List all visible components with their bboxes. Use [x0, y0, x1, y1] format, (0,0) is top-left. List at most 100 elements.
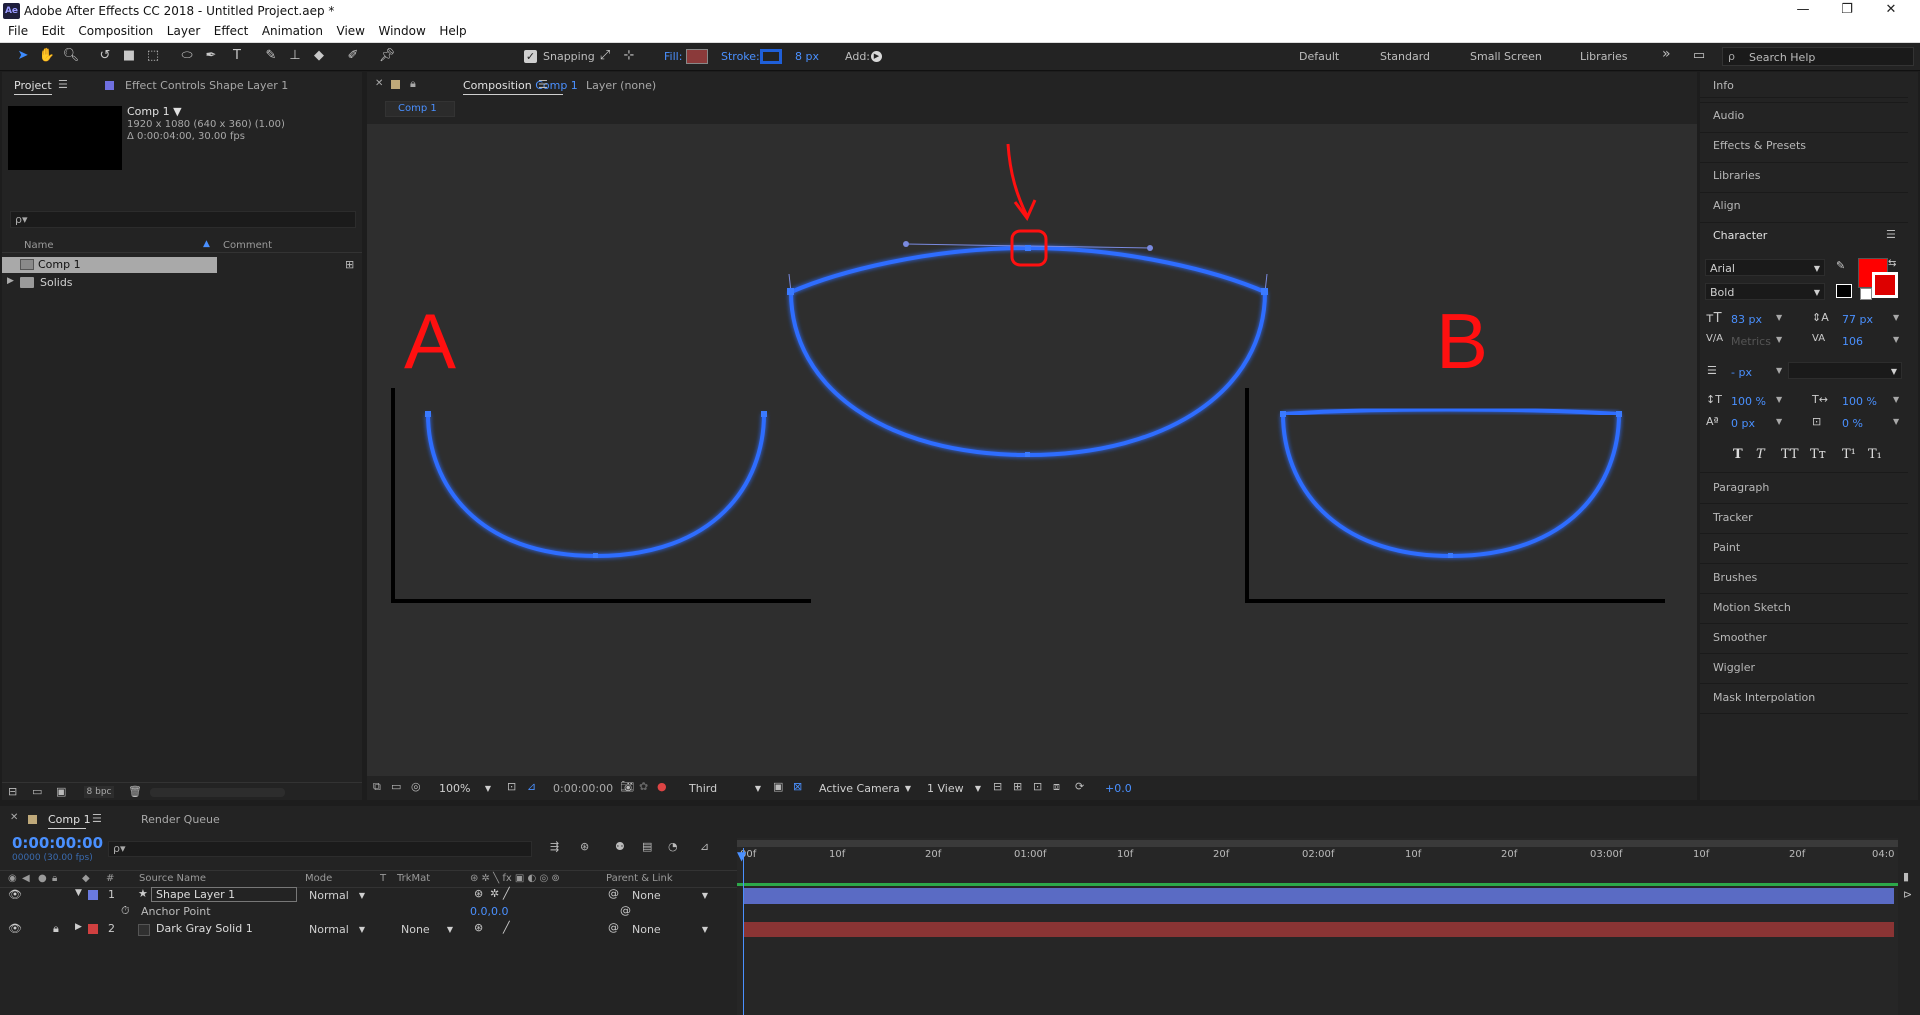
leading-value[interactable]: 77 px	[1842, 313, 1873, 326]
timeline-icon[interactable]: ⊡	[1033, 780, 1042, 793]
views-dropdown[interactable]: 1 View ▼	[923, 781, 985, 796]
baseline-shift-value[interactable]: 0 px	[1731, 417, 1755, 430]
stroke-swatch[interactable]	[760, 49, 782, 64]
timeline-search-input[interactable]: ρ▾	[108, 841, 532, 857]
font-style-dropdown[interactable]: Bold ▼	[1705, 283, 1825, 300]
vertex-handle[interactable]	[1025, 245, 1031, 251]
menu-window[interactable]: Window	[378, 22, 425, 38]
comp-button-icon[interactable]: ⊳	[1903, 888, 1912, 901]
new-comp-icon[interactable]: ▣	[56, 785, 66, 798]
parent-dropdown[interactable]: None ▼	[628, 888, 712, 903]
bpc-button[interactable]: 8 bpc	[84, 786, 114, 798]
show-snapshot-icon[interactable]: ✿	[639, 780, 648, 793]
stroke-color-swatch[interactable]	[1872, 272, 1898, 298]
no-color-icon[interactable]	[1860, 288, 1872, 300]
swap-colors-icon[interactable]: ⇆	[1888, 258, 1896, 269]
motion-blur-icon[interactable]: ◔	[668, 840, 678, 853]
flowchart-icon[interactable]: ⧈	[1053, 780, 1060, 794]
toggle-pixel-icon[interactable]: ⊟	[993, 780, 1002, 793]
expand-arrow-icon[interactable]: ▶	[7, 276, 14, 286]
chevron-down-icon[interactable]: ▼	[1893, 313, 1899, 322]
tracking-value[interactable]: 106	[1842, 335, 1863, 348]
tangent-handle[interactable]	[903, 241, 909, 247]
work-area-bar[interactable]	[737, 840, 1898, 847]
chevron-down-icon[interactable]: ▼	[1776, 366, 1782, 375]
snap-edges-icon[interactable]: ⤢	[596, 48, 614, 64]
stroke-width-field[interactable]: - px	[1731, 366, 1752, 379]
menu-file[interactable]: File	[8, 22, 28, 38]
panel-menu-icon[interactable]: ☰	[58, 78, 68, 91]
menu-edit[interactable]: Edit	[42, 22, 65, 38]
layer-row-1[interactable]: 👁︎ ▼ 1 ★ Shape Layer 1 Normal ▼ ⊛ ✲ ╱ @ N…	[0, 887, 740, 904]
chevron-down-icon[interactable]: ▼	[1893, 395, 1899, 404]
brush-tool-icon[interactable]: ✎	[262, 48, 280, 64]
faux-italic-button[interactable]: T	[1756, 447, 1765, 462]
comp-viewer[interactable]: A B	[367, 124, 1697, 776]
fast-preview-icon[interactable]: ⊞	[1013, 780, 1022, 793]
search-help-field[interactable]: ρ Search Help	[1722, 47, 1914, 66]
draft-3d-icon[interactable]: ⊛	[580, 840, 589, 853]
blend-mode-dropdown[interactable]: Normal ▼	[305, 888, 369, 903]
flowchart-icon[interactable]: ⊞	[345, 258, 354, 271]
trkmat-dropdown[interactable]: None ▼	[397, 922, 457, 937]
quality-icon[interactable]: ✲	[490, 887, 499, 900]
all-caps-button[interactable]: TT	[1781, 447, 1799, 462]
comp-breadcrumb[interactable]: Comp 1	[385, 101, 455, 117]
vertex-handle[interactable]	[1025, 452, 1030, 457]
vr-icon[interactable]: ▭	[391, 780, 401, 793]
panel-audio[interactable]: Audio	[1713, 109, 1744, 122]
pen-tool-icon[interactable]: ✒	[202, 48, 220, 64]
curve-middle-top[interactable]	[790, 245, 1266, 294]
col-comment-header[interactable]: Comment	[223, 240, 272, 251]
current-time-indicator[interactable]	[743, 848, 744, 1015]
curve-a[interactable]	[426, 413, 766, 559]
lock-header-icon[interactable]: 🔒︎	[52, 873, 57, 884]
exposure-value[interactable]: +0.0	[1105, 782, 1132, 795]
vertex-handle[interactable]	[593, 553, 598, 558]
tsume-value[interactable]: 0 %	[1842, 417, 1863, 430]
always-preview-icon[interactable]: ⧉	[373, 780, 381, 794]
type-tool-icon[interactable]: T	[228, 48, 246, 64]
close-button[interactable]: ✕	[1871, 2, 1911, 20]
video-toggle-header-icon[interactable]: ◉	[8, 873, 17, 884]
menu-view[interactable]: View	[337, 22, 365, 38]
vertical-scale-value[interactable]: 100 %	[1731, 395, 1766, 408]
thumbnail-slider[interactable]	[150, 788, 285, 797]
black-white-icon[interactable]	[1836, 284, 1852, 298]
property-value[interactable]: 0.0,0.0	[470, 905, 508, 918]
vertex-handle[interactable]	[1448, 553, 1453, 558]
menu-help[interactable]: Help	[439, 22, 466, 38]
minimize-button[interactable]: —	[1783, 2, 1823, 20]
curve-b-bowl[interactable]	[1281, 413, 1621, 559]
workspace-default[interactable]: Default	[1299, 50, 1339, 63]
curve-middle-bowl[interactable]	[789, 291, 1267, 458]
collapse-transform-icon[interactable]: ⊛	[474, 921, 483, 934]
font-family-dropdown[interactable]: Arial ▼	[1705, 259, 1825, 276]
video-visibility-icon[interactable]: 👁︎	[8, 888, 22, 901]
comp-name-dropdown[interactable]: Comp 1 ▼	[127, 105, 182, 118]
lock-icon[interactable]: 🔒︎	[410, 77, 416, 91]
panel-align[interactable]: Align	[1713, 199, 1741, 212]
superscript-button[interactable]: T¹	[1842, 447, 1856, 462]
font-size-value[interactable]: 83 px	[1731, 313, 1762, 326]
panel-tracker[interactable]: Tracker	[1713, 511, 1753, 524]
trash-icon[interactable]: 🗑︎	[128, 785, 142, 798]
subscript-button[interactable]: T₁	[1868, 447, 1882, 462]
panel-mask-interpolation[interactable]: Mask Interpolation	[1713, 691, 1815, 704]
chevron-down-icon[interactable]: ▼	[1776, 313, 1782, 322]
mask-visibility-icon[interactable]: ◎	[411, 780, 421, 793]
chevron-down-icon[interactable]: ▼	[1776, 335, 1782, 344]
maximize-button[interactable]: ❐	[1827, 2, 1867, 20]
fill-swatch[interactable]	[686, 49, 708, 64]
panel-motion-sketch[interactable]: Motion Sketch	[1713, 601, 1791, 614]
panel-menu-icon[interactable]: ☰	[538, 78, 548, 91]
rotate-tool-icon[interactable]: ↺	[96, 48, 114, 64]
stroke-style-dropdown[interactable]: ▼	[1788, 362, 1902, 379]
camera-dropdown[interactable]: Active Camera ▼	[815, 781, 915, 796]
vertex-handle[interactable]	[425, 411, 431, 417]
layer-name[interactable]: Shape Layer 1	[151, 887, 297, 902]
panel-brushes[interactable]: Brushes	[1713, 571, 1757, 584]
small-caps-button[interactable]: Tт	[1810, 447, 1826, 462]
add-button[interactable]: ▶	[871, 51, 882, 62]
eraser-tool-icon[interactable]: ◆	[310, 48, 328, 64]
